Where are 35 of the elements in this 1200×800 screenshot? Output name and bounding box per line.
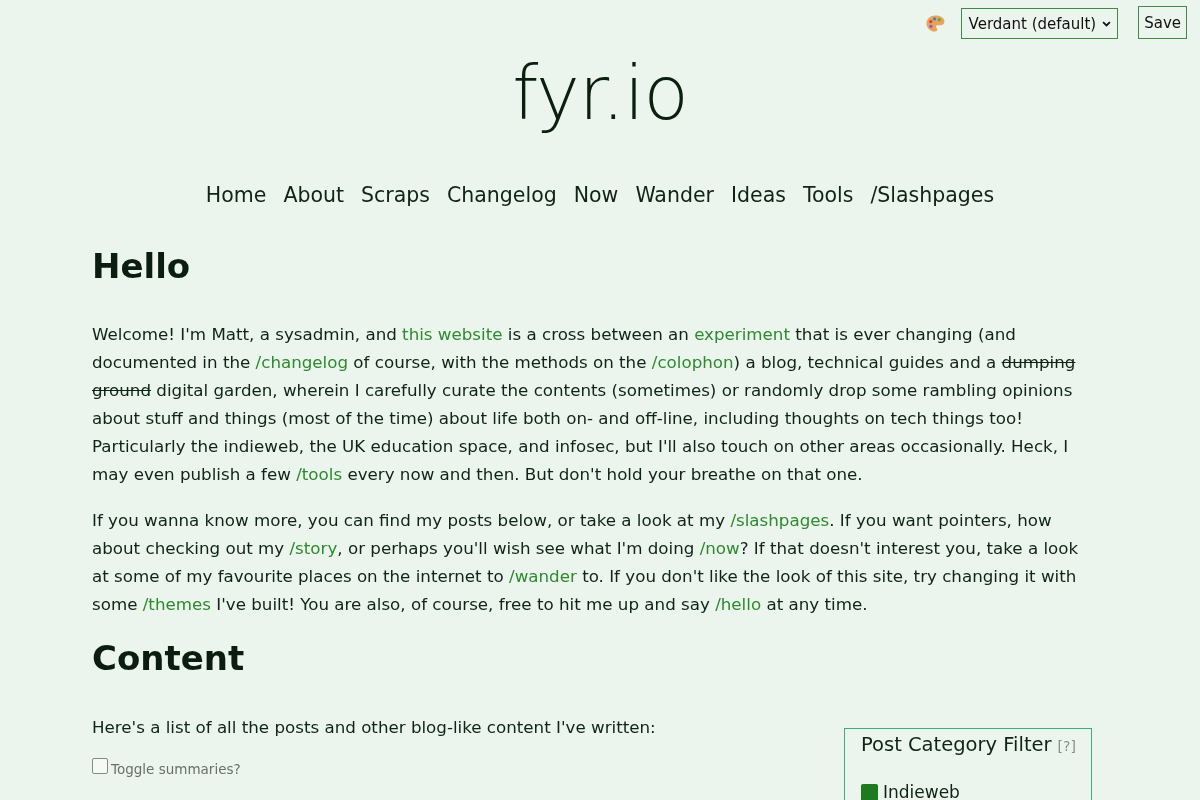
site-title[interactable]: fyr.io bbox=[512, 43, 688, 143]
category-label[interactable]: Indieweb bbox=[883, 781, 960, 800]
save-button[interactable]: Save bbox=[1138, 6, 1187, 39]
nav-link[interactable]: /Slashpages bbox=[870, 181, 995, 209]
toggle-label[interactable]: Toggle summaries? bbox=[111, 761, 241, 777]
section-heading: Content bbox=[92, 637, 245, 679]
paragraph: Welcome! I'm Matt, a sysadmin, and this website is a cross between an experiment that is ever changing (and documented in the /changelog of course, with the methods on the /colophon) a blog, technical guides and a dumping ground digital garden, wherein I carefully curate the contents (sometimes) or randomly drop some rambling opinions about stuff and things (most of the time) about life both on- and off-line, including thoughts on tech things too! Particularly the indieweb, the UK education space, and infosec, but I'll also touch on other areas occasionally. Heck, I may even publish a few /tools every now and then. But don't hold your breathe on that one. bbox=[92, 323, 1077, 486]
nav-link[interactable]: Tools bbox=[802, 181, 854, 209]
text-link[interactable]: /slashpages bbox=[730, 510, 830, 530]
palette-icon bbox=[925, 15, 945, 32]
caret-icon bbox=[1102, 20, 1112, 27]
text-link[interactable]: /changelog bbox=[255, 352, 349, 372]
nav-link[interactable]: Scraps bbox=[361, 181, 430, 209]
text-link[interactable]: this website bbox=[402, 324, 503, 344]
nav-link[interactable]: Wander bbox=[635, 181, 714, 209]
text-link[interactable]: /themes bbox=[142, 594, 211, 614]
text-link[interactable]: /tools bbox=[296, 464, 343, 484]
theme-dropdown[interactable]: Verdant (default) bbox=[960, 8, 1119, 39]
text-link[interactable]: /now bbox=[699, 538, 740, 558]
text-link[interactable]: /story bbox=[289, 538, 338, 558]
paragraph: If you wanna know more, you can find my posts below, or take a look at my /slashpages. If you want pointers, how about checking out my /story, or perhaps you'll wish see what I'm doing /now? If that doesn't interest you, take a look at some of my favourite places on the internet to /wander to. If you don't like the look of this site, try changing it with some /themes I've built! You are also, of course, free to hit me up and say /hello at any time. bbox=[92, 509, 1080, 616]
text-link[interactable]: experiment bbox=[694, 324, 790, 344]
nav-link[interactable]: Home bbox=[205, 181, 267, 209]
nav-link[interactable]: Now bbox=[573, 181, 619, 209]
text-link[interactable]: /colophon bbox=[651, 352, 734, 372]
filter-title: Post Category Filter bbox=[861, 732, 1052, 758]
nav-link[interactable]: Changelog bbox=[447, 181, 557, 209]
toggle-checkbox[interactable] bbox=[92, 758, 108, 774]
color-swatch-icon[interactable] bbox=[861, 783, 878, 800]
section-heading: Hello bbox=[92, 245, 191, 287]
text-link[interactable]: /wander bbox=[509, 566, 577, 586]
intro-text: Here's a list of all the posts and other blog-like content I've written: bbox=[92, 716, 656, 739]
text-link[interactable]: /hello bbox=[715, 594, 762, 614]
nav-link[interactable]: Ideas bbox=[730, 181, 786, 209]
nav-link[interactable]: About bbox=[283, 181, 344, 209]
